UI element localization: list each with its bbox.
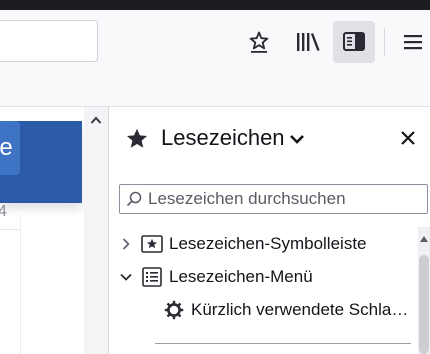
close-icon — [401, 131, 415, 145]
page-content: e 4 — [0, 107, 108, 354]
close-sidebar-button[interactable] — [395, 125, 421, 151]
bookmarks-menu-icon — [141, 266, 163, 288]
bookmarks-sidebar: Lesezeichen Lesezeichen-Symb — [109, 107, 430, 354]
sidebar-icon — [343, 32, 365, 51]
tree-item-label: Lesezeichen-Menü — [169, 267, 313, 286]
tree-separator — [155, 343, 411, 344]
expand-twisty[interactable] — [117, 235, 135, 253]
scroll-up-arrow-icon[interactable] — [419, 235, 429, 243]
page-scroll-up-button[interactable] — [84, 107, 108, 133]
page-column-divider — [20, 215, 21, 354]
toolbar-separator — [384, 28, 385, 56]
bookmarks-toolbar-icon — [141, 233, 163, 255]
sidebar-toggle-button[interactable] — [333, 21, 375, 63]
window-top-strip — [0, 0, 430, 10]
library-button[interactable] — [287, 21, 329, 63]
search-icon — [126, 191, 142, 207]
chevron-down-icon — [120, 273, 132, 281]
tree-item-bookmarks-menu[interactable]: Lesezeichen-Menü — [117, 263, 313, 291]
tree-item-label: Kürzlich verwendete Schla… — [191, 300, 409, 319]
bookmark-search-field[interactable] — [119, 184, 428, 214]
sidebar-title[interactable]: Lesezeichen — [161, 125, 285, 151]
gear-icon — [163, 299, 185, 321]
bookmark-search-input[interactable] — [148, 188, 418, 210]
toolbar — [0, 10, 430, 106]
bookmark-star-icon — [249, 31, 269, 53]
star-icon — [127, 128, 147, 148]
open-menu-button[interactable] — [392, 21, 430, 63]
chevron-right-icon — [122, 238, 130, 250]
library-icon — [297, 33, 320, 51]
chevron-down-icon[interactable] — [289, 133, 305, 145]
tree-item-recently-used-tags[interactable]: Kürzlich verwendete Schla… — [157, 296, 408, 324]
page-scrollbar[interactable] — [84, 107, 108, 354]
sidebar-scroll-thumb[interactable] — [419, 255, 429, 354]
page-card-button[interactable]: e — [0, 121, 20, 175]
tree-item-label: Lesezeichen-Symbolleiste — [169, 234, 367, 253]
sidebar-header: Lesezeichen — [109, 119, 430, 159]
collapse-twisty[interactable] — [117, 268, 135, 286]
bookmark-page-button[interactable] — [238, 21, 280, 63]
page-text-fragment: 4 — [0, 203, 7, 221]
page-row-divider — [0, 229, 20, 230]
page-fragment-text: 4 — [0, 203, 7, 220]
tree-item-bookmarks-toolbar[interactable]: Lesezeichen-Symbolleiste — [117, 230, 367, 258]
url-bar[interactable] — [0, 20, 98, 62]
menu-icon — [404, 35, 422, 50]
chevron-up-icon — [90, 116, 102, 124]
